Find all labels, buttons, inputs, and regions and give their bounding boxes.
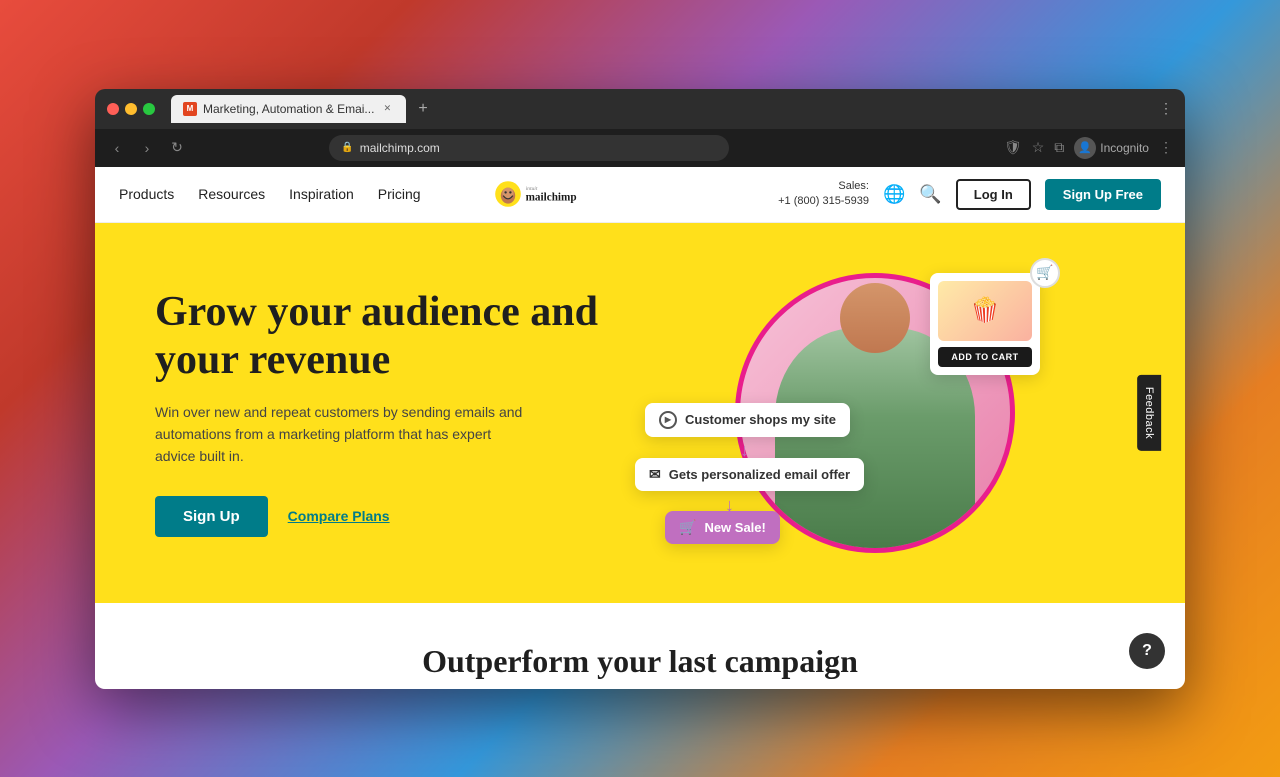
flow-card-email-offer: ✉ Gets personalized email offer: [635, 458, 864, 491]
feedback-tab[interactable]: Feedback: [1137, 374, 1161, 450]
nav-products[interactable]: Products: [119, 186, 174, 202]
hero-right: 🛒 🍿 ADD TO CART ▶ Customer shops my site…: [635, 263, 1055, 563]
nav-right: Sales: +1 (800) 315-5939 🌐 🔍 Log In Sign…: [778, 179, 1161, 210]
cart-floating-icon: 🛒: [1030, 258, 1060, 288]
nav-inspiration[interactable]: Inspiration: [289, 186, 354, 202]
hero-section: Grow your audience and your revenue Win …: [95, 223, 1185, 603]
lock-icon: 🔒: [341, 142, 353, 153]
window-icon[interactable]: ⧉: [1054, 139, 1064, 156]
outperform-title: Outperform your last campaign: [119, 643, 1161, 680]
minimize-button[interactable]: [125, 103, 137, 115]
url-text: mailchimp.com: [360, 141, 440, 155]
tab-favicon: M: [183, 102, 197, 116]
svg-text:mailchimp: mailchimp: [525, 191, 576, 203]
add-to-cart-label: ADD TO CART: [938, 347, 1032, 367]
signup-free-button[interactable]: Sign Up Free: [1045, 179, 1161, 210]
sales-phone[interactable]: +1 (800) 315-5939: [778, 194, 869, 209]
email-icon: ✉: [649, 466, 661, 483]
star-icon[interactable]: ☆: [1032, 139, 1045, 156]
search-icon[interactable]: 🔍: [919, 184, 941, 205]
nav-sales-info: Sales: +1 (800) 315-5939: [778, 179, 869, 210]
globe-icon[interactable]: 🌐: [883, 184, 905, 205]
close-button[interactable]: [107, 103, 119, 115]
play-icon: ▶: [659, 411, 677, 429]
page-content: Products Resources Inspiration Pricing i…: [95, 167, 1185, 689]
site-nav: Products Resources Inspiration Pricing i…: [95, 167, 1185, 223]
compare-plans-button[interactable]: Compare Plans: [288, 508, 390, 524]
incognito-indicator: 👤 Incognito: [1074, 137, 1149, 159]
bottom-section: Outperform your last campaign: [95, 603, 1185, 689]
product-card: 🍿 ADD TO CART: [930, 273, 1040, 375]
hero-buttons: Sign Up Compare Plans: [155, 496, 635, 537]
forward-button[interactable]: ›: [137, 140, 157, 156]
person-head: [840, 283, 910, 353]
new-sale-label: New Sale!: [704, 520, 765, 535]
hero-left: Grow your audience and your revenue Win …: [155, 288, 635, 537]
browser-tabs: M Marketing, Automation & Emai... ✕ +: [171, 95, 1151, 123]
incognito-avatar: 👤: [1074, 137, 1096, 159]
login-button[interactable]: Log In: [956, 179, 1031, 210]
flow-card-new-sale: 🛒 New Sale!: [665, 511, 780, 544]
browser-window: M Marketing, Automation & Emai... ✕ + ⋮ …: [95, 89, 1185, 689]
hero-title: Grow your audience and your revenue: [155, 288, 635, 385]
nav-pricing[interactable]: Pricing: [378, 186, 421, 202]
customer-shops-label: Customer shops my site: [685, 412, 836, 427]
nav-links: Products Resources Inspiration Pricing: [119, 186, 421, 202]
tab-title: Marketing, Automation & Emai...: [203, 102, 374, 116]
flow-card-customer-shops: ▶ Customer shops my site: [645, 403, 850, 437]
maximize-button[interactable]: [143, 103, 155, 115]
tab-close-button[interactable]: ✕: [380, 102, 394, 116]
incognito-label: Incognito: [1100, 141, 1149, 155]
mailchimp-logo: intuit mailchimp: [492, 178, 636, 210]
back-button[interactable]: ‹: [107, 140, 127, 156]
cart-icon: 🛒: [1036, 264, 1053, 281]
hero-subtitle: Win over new and repeat customers by sen…: [155, 401, 535, 468]
address-bar-actions: 🛡 ☆ ⧉ 👤 Incognito ⋮: [1004, 137, 1173, 159]
browser-menu-icon[interactable]: ⋮: [1159, 100, 1173, 117]
sale-cart-icon: 🛒: [679, 519, 696, 536]
more-options-icon[interactable]: ⋮: [1159, 139, 1173, 156]
email-offer-label: Gets personalized email offer: [669, 467, 850, 482]
browser-addressbar: ‹ › ↻ 🔒 mailchimp.com 🛡 ☆ ⧉ 👤 Incognito …: [95, 129, 1185, 167]
reload-button[interactable]: ↻: [167, 139, 187, 156]
product-image: 🍿: [938, 281, 1032, 341]
hero-signup-button[interactable]: Sign Up: [155, 496, 268, 537]
help-button[interactable]: ?: [1129, 633, 1165, 669]
new-tab-button[interactable]: +: [410, 100, 435, 118]
address-bar[interactable]: 🔒 mailchimp.com: [329, 135, 729, 161]
shield-icon: 🛡: [1004, 139, 1022, 156]
active-tab[interactable]: M Marketing, Automation & Emai... ✕: [171, 95, 406, 123]
browser-titlebar: M Marketing, Automation & Emai... ✕ + ⋮: [95, 89, 1185, 129]
nav-resources[interactable]: Resources: [198, 186, 265, 202]
sales-label: Sales:: [778, 179, 869, 194]
traffic-lights: [107, 103, 155, 115]
nav-logo[interactable]: intuit mailchimp: [492, 178, 636, 210]
